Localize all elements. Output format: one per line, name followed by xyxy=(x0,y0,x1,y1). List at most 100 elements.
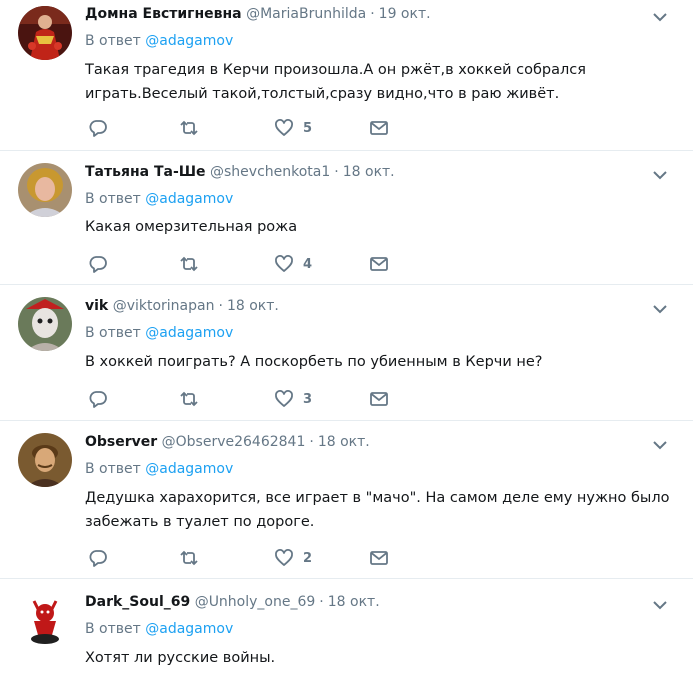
tweet-text: Хотят ли русские войны. xyxy=(85,650,276,666)
author-name[interactable]: Домна Евстигневна xyxy=(85,6,242,22)
mention-link[interactable]: @adagamov xyxy=(145,325,233,341)
like-count: 2 xyxy=(303,550,313,566)
tweet-header: Dark_Soul_69 @Unholy_one_69 · 18 окт. xyxy=(85,594,380,610)
avatar[interactable] xyxy=(18,6,72,60)
reply-context: В ответ @adagamov xyxy=(85,461,233,477)
reply-icon xyxy=(89,120,107,137)
like-icon xyxy=(275,255,293,272)
author-handle[interactable]: @Observe26462841 xyxy=(162,434,306,450)
mention-link[interactable]: @adagamov xyxy=(145,33,233,49)
tweet-header: Татьяна Та-Ше @shevchenkota1 · 18 окт. xyxy=(85,164,395,180)
separator-dot: · xyxy=(319,594,324,610)
separator-dot: · xyxy=(334,164,339,180)
retweet-button[interactable] xyxy=(178,253,200,275)
separator-dot: · xyxy=(218,298,223,314)
retweet-icon xyxy=(180,550,198,566)
tweet[interactable]: Observer @Observe26462841 · 18 окт. В отве… xyxy=(0,421,693,579)
tweet[interactable]: Домна Евстигневна @MariaBrunhilda · 19 окт… xyxy=(0,0,693,151)
author-name[interactable]: Татьяна Та-Ше xyxy=(85,164,206,180)
avatar[interactable] xyxy=(18,163,72,217)
reply-button[interactable] xyxy=(88,117,108,139)
chevron-down-icon[interactable] xyxy=(651,300,669,318)
like-count: 5 xyxy=(303,120,313,136)
retweet-icon xyxy=(180,256,198,272)
tweet-header: Домна Евстигневна @MariaBrunhilda · 19 окт… xyxy=(85,6,431,22)
reply-context: В ответ @adagamov xyxy=(85,33,233,49)
direct-message-icon xyxy=(370,257,388,271)
like-icon xyxy=(275,119,293,136)
direct-message-button[interactable] xyxy=(369,547,389,569)
direct-message-icon xyxy=(370,392,388,406)
like-button[interactable]: 3 xyxy=(274,388,312,410)
author-handle[interactable]: @viktorinapan xyxy=(113,298,215,314)
tweet-header: vik @viktorinapan · 18 окт. xyxy=(85,298,279,314)
timestamp[interactable]: 19 окт. xyxy=(379,6,431,22)
author-name[interactable]: Observer xyxy=(85,434,157,450)
replies-feed: Домна Евстигневна @MariaBrunhilda · 19 окт… xyxy=(0,0,693,674)
author-name[interactable]: Dark_Soul_69 xyxy=(85,594,190,610)
separator-dot: · xyxy=(370,6,375,22)
author-handle[interactable]: @MariaBrunhilda xyxy=(246,6,366,22)
chevron-down-icon[interactable] xyxy=(651,596,669,614)
reply-prefix: В ответ xyxy=(85,621,141,637)
like-button[interactable]: 2 xyxy=(274,547,312,569)
reply-button[interactable] xyxy=(88,253,108,275)
reply-context: В ответ @adagamov xyxy=(85,325,233,341)
tweet[interactable]: Татьяна Та-Ше @shevchenkota1 · 18 окт. В о… xyxy=(0,151,693,285)
reply-prefix: В ответ xyxy=(85,33,141,49)
tweet-text: Дедушка харахорится, все играет в "мачо"… xyxy=(85,490,670,530)
direct-message-button[interactable] xyxy=(369,388,389,410)
timestamp[interactable]: 18 окт. xyxy=(343,164,395,180)
tweet-text: Такая трагедия в Керчи произошла.А он рж… xyxy=(85,62,586,102)
like-icon xyxy=(275,549,293,566)
author-handle[interactable]: @shevchenkota1 xyxy=(210,164,330,180)
mention-link[interactable]: @adagamov xyxy=(145,191,233,207)
action-bar: 2 xyxy=(88,547,408,569)
avatar[interactable] xyxy=(18,591,72,645)
avatar[interactable] xyxy=(18,433,72,487)
retweet-icon xyxy=(180,391,198,407)
timestamp[interactable]: 18 окт. xyxy=(328,594,380,610)
mention-link[interactable]: @adagamov xyxy=(145,621,233,637)
retweet-icon xyxy=(180,120,198,136)
reply-prefix: В ответ xyxy=(85,461,141,477)
separator-dot: · xyxy=(309,434,314,450)
action-bar: 5 xyxy=(88,117,408,139)
retweet-button[interactable] xyxy=(178,117,200,139)
like-button[interactable]: 5 xyxy=(274,117,312,139)
direct-message-button[interactable] xyxy=(369,117,389,139)
reply-icon xyxy=(89,550,107,567)
like-count: 3 xyxy=(303,391,313,407)
reply-context: В ответ @adagamov xyxy=(85,191,233,207)
direct-message-icon xyxy=(370,551,388,565)
like-count: 4 xyxy=(303,256,313,272)
retweet-button[interactable] xyxy=(178,547,200,569)
retweet-button[interactable] xyxy=(178,388,200,410)
reply-icon xyxy=(89,391,107,408)
tweet[interactable]: vik @viktorinapan · 18 окт. В ответ @adaga… xyxy=(0,285,693,421)
reply-prefix: В ответ xyxy=(85,325,141,341)
avatar[interactable] xyxy=(18,297,72,351)
author-handle[interactable]: @Unholy_one_69 xyxy=(195,594,316,610)
mention-link[interactable]: @adagamov xyxy=(145,461,233,477)
action-bar: 3 xyxy=(88,388,408,410)
reply-button[interactable] xyxy=(88,547,108,569)
reply-prefix: В ответ xyxy=(85,191,141,207)
tweet-header: Observer @Observe26462841 · 18 окт. xyxy=(85,434,370,450)
reply-icon xyxy=(89,256,107,273)
like-icon xyxy=(275,390,293,407)
chevron-down-icon[interactable] xyxy=(651,436,669,454)
author-name[interactable]: vik xyxy=(85,298,108,314)
chevron-down-icon[interactable] xyxy=(651,8,669,26)
timestamp[interactable]: 18 окт. xyxy=(227,298,279,314)
reply-context: В ответ @adagamov xyxy=(85,621,233,637)
reply-button[interactable] xyxy=(88,388,108,410)
tweet[interactable]: Dark_Soul_69 @Unholy_one_69 · 18 окт. В от… xyxy=(0,579,693,674)
chevron-down-icon[interactable] xyxy=(651,166,669,184)
tweet-text: Какая омерзительная рожа xyxy=(85,219,298,235)
timestamp[interactable]: 18 окт. xyxy=(318,434,370,450)
direct-message-button[interactable] xyxy=(369,253,389,275)
action-bar: 4 xyxy=(88,253,408,275)
direct-message-icon xyxy=(370,121,388,135)
like-button[interactable]: 4 xyxy=(274,253,312,275)
